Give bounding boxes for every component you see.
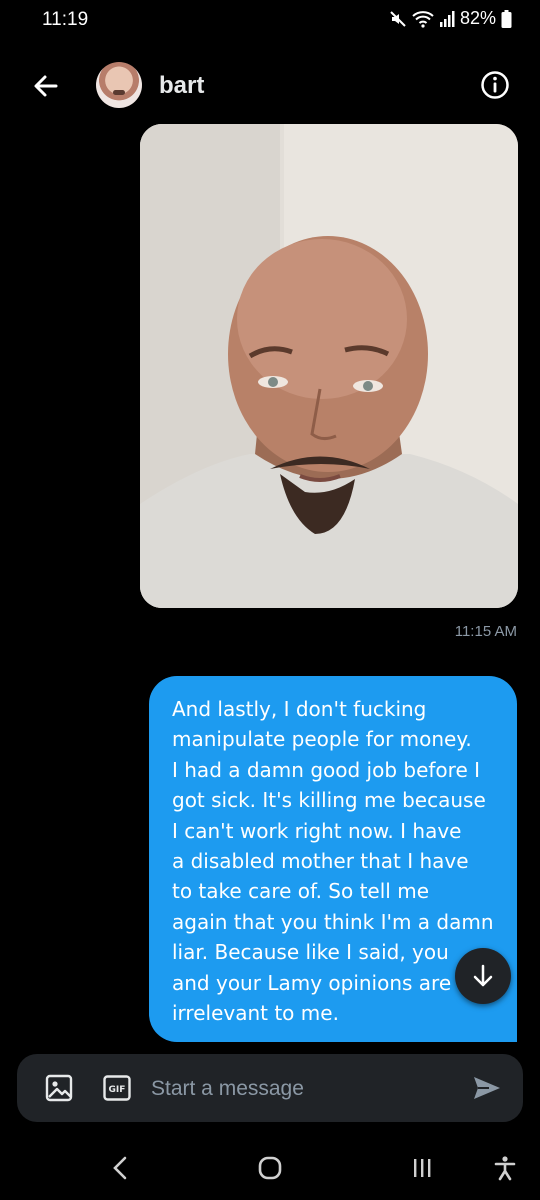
status-bar: 11:19 82%	[0, 0, 540, 42]
battery-icon	[501, 9, 512, 28]
status-icons: 82%	[389, 8, 512, 29]
nav-home-button[interactable]	[253, 1151, 287, 1185]
message-composer: GIF	[17, 1054, 523, 1122]
contact-name[interactable]: bart	[159, 72, 204, 100]
message-input[interactable]	[149, 1071, 453, 1107]
arrow-left-icon	[34, 75, 58, 97]
send-button[interactable]	[471, 1074, 503, 1102]
recents-icon	[414, 1159, 431, 1177]
conversation-header: bart	[0, 52, 540, 118]
avatar[interactable]	[96, 62, 142, 108]
nav-recents-button[interactable]	[405, 1151, 439, 1185]
back-button[interactable]	[30, 70, 62, 102]
battery-text: 82%	[459, 8, 496, 28]
home-icon	[258, 1156, 282, 1180]
accessibility-icon	[494, 1156, 516, 1181]
message-timestamp: 11:15 AM	[454, 623, 517, 640]
send-icon	[474, 1077, 500, 1099]
image-message[interactable]	[140, 124, 518, 608]
scroll-to-bottom-button[interactable]	[455, 948, 511, 1004]
gif-button[interactable]: GIF	[103, 1075, 131, 1101]
chevron-left-icon	[113, 1156, 127, 1180]
avatar-mustache	[113, 90, 125, 95]
wifi-icon	[412, 10, 434, 28]
status-time: 11:19	[42, 9, 89, 30]
arrow-down-icon	[473, 964, 493, 987]
info-button[interactable]	[480, 70, 510, 100]
mute-icon	[389, 10, 407, 28]
add-image-button[interactable]	[45, 1074, 73, 1102]
signal-icon	[439, 10, 455, 27]
image-icon	[45, 1074, 73, 1102]
nav-back-button[interactable]	[103, 1151, 137, 1185]
message-text: And lastly, I don't fucking manipulate p…	[172, 697, 494, 1026]
info-icon	[481, 71, 509, 99]
accessibility-button[interactable]	[488, 1151, 522, 1185]
selfie-photo	[140, 124, 518, 608]
gif-label: GIF	[109, 1085, 126, 1095]
system-nav-bar	[0, 1135, 540, 1200]
gif-icon: GIF	[103, 1075, 131, 1101]
